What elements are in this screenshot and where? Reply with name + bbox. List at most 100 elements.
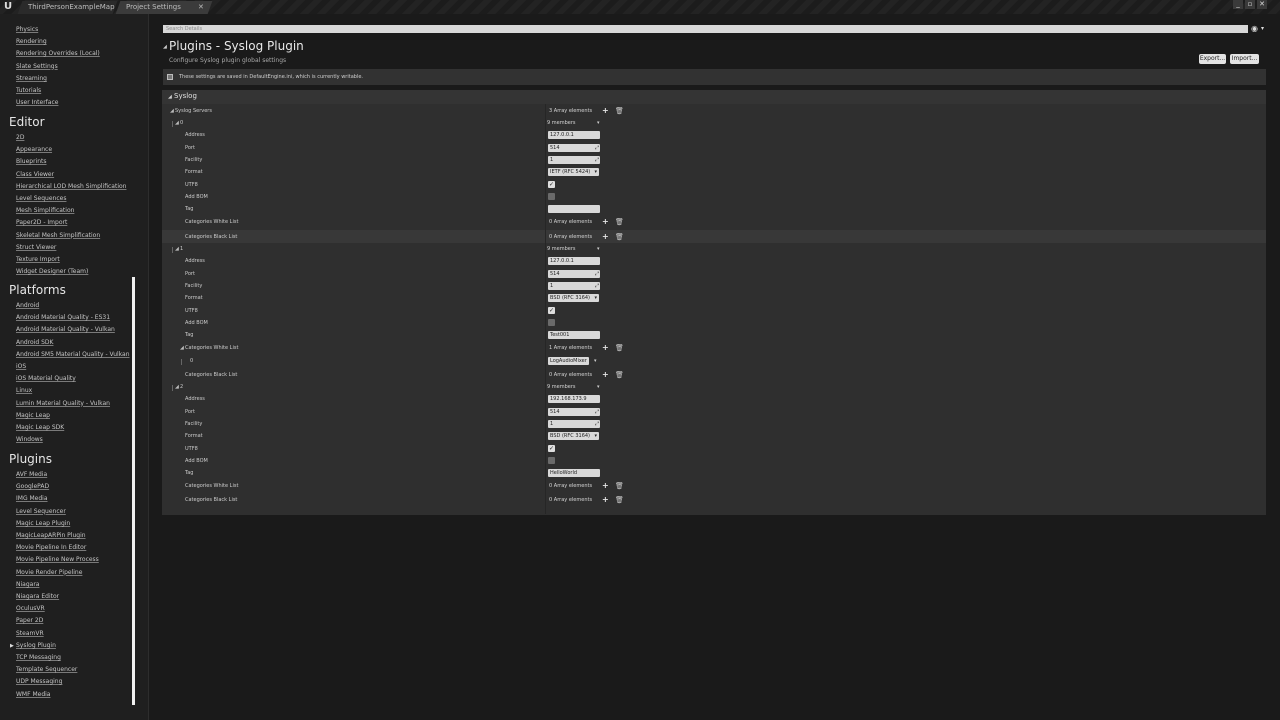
sidebar-item[interactable]: Movie Pipeline In Editor xyxy=(16,544,86,551)
close-tab-icon[interactable]: ✕ xyxy=(198,1,204,14)
maximize-button[interactable]: ▫ xyxy=(1245,0,1255,9)
sidebar-item[interactable]: Mesh Simplification xyxy=(16,207,74,214)
sidebar-item[interactable]: Android SM5 Material Quality - Vulkan xyxy=(16,351,130,358)
add-element-icon[interactable]: + xyxy=(602,107,609,115)
tab-project-settings[interactable]: Project Settings ✕ xyxy=(115,1,213,14)
category-input[interactable]: LogAudioMixer xyxy=(548,357,589,366)
sidebar-item[interactable]: Texture Import xyxy=(16,256,60,263)
sidebar-item[interactable]: Android xyxy=(16,302,39,309)
expand-arrow-icon[interactable]: ◢ xyxy=(175,246,179,252)
sidebar-item[interactable]: Level Sequences xyxy=(16,195,66,202)
sidebar-item[interactable]: Level Sequencer xyxy=(16,508,66,515)
sidebar-item[interactable]: Magic Leap SDK xyxy=(16,424,64,431)
collapse-arrow-icon[interactable]: ◢ xyxy=(168,94,172,100)
sidebar-item[interactable]: Tutorials xyxy=(16,87,41,94)
sidebar-item[interactable]: Blueprints xyxy=(16,158,47,165)
sidebar-item[interactable]: Movie Render Pipeline xyxy=(16,569,82,576)
format-dropdown[interactable]: IETF (RFC 5424) ▾ xyxy=(548,168,599,177)
port-input[interactable]: 514 ⤢ xyxy=(548,407,600,416)
drag-arrows-icon[interactable]: ⤢ xyxy=(595,144,599,152)
sidebar-item[interactable]: Hierarchical LOD Mesh Simplification xyxy=(16,183,126,190)
add-element-icon[interactable]: + xyxy=(602,344,609,352)
sidebar-item[interactable]: Android Material Quality - Vulkan xyxy=(16,326,115,333)
sidebar-item[interactable]: OculusVR xyxy=(16,605,45,612)
sidebar-item[interactable]: MagicLeapARPin Plugin xyxy=(16,532,86,539)
sidebar-item[interactable]: Niagara Editor xyxy=(16,593,59,600)
sidebar-item[interactable]: Magic Leap Plugin xyxy=(16,520,70,527)
sidebar-item[interactable]: Niagara xyxy=(16,581,39,588)
import-button[interactable]: Import... xyxy=(1230,54,1259,64)
sidebar-item[interactable]: Linux xyxy=(16,387,32,394)
column-splitter[interactable] xyxy=(545,104,546,514)
trash-icon[interactable]: 🗑 xyxy=(615,218,624,226)
chevron-down-icon[interactable]: ▾ xyxy=(597,120,600,126)
drag-arrows-icon[interactable]: ⤢ xyxy=(595,282,599,290)
add-element-icon[interactable]: + xyxy=(602,482,609,490)
utf8-checkbox[interactable]: ✓ xyxy=(548,180,555,188)
sidebar-item[interactable]: User Interface xyxy=(16,99,58,106)
sidebar-item[interactable]: UDP Messaging xyxy=(16,678,62,685)
address-input[interactable]: 127.0.0.1 xyxy=(548,257,600,266)
export-button[interactable]: Export... xyxy=(1199,54,1226,64)
add-element-icon[interactable]: + xyxy=(602,232,609,241)
utf8-checkbox[interactable]: ✓ xyxy=(548,444,555,452)
sidebar-item[interactable]: Skeletal Mesh Simplification xyxy=(16,232,100,239)
expand-arrow-icon[interactable]: ◢ xyxy=(170,108,174,114)
sidebar-item[interactable]: Paper2D - Import xyxy=(16,219,67,226)
sidebar-item[interactable]: Template Sequencer xyxy=(16,666,77,673)
sidebar-item[interactable]: TCP Messaging xyxy=(16,654,61,661)
sidebar-item[interactable]: AVF Media xyxy=(16,471,47,478)
utf8-checkbox[interactable]: ✓ xyxy=(548,306,555,314)
sidebar-item[interactable]: Appearance xyxy=(16,146,52,153)
tag-input[interactable]: HelloWorld xyxy=(548,469,600,478)
add-element-icon[interactable]: + xyxy=(602,370,609,379)
sidebar-item[interactable]: iOS xyxy=(16,363,26,370)
port-input[interactable]: 514 ⤢ xyxy=(548,143,600,152)
sidebar-item[interactable]: Slate Settings xyxy=(16,63,58,70)
facility-input[interactable]: 1 ⤢ xyxy=(548,419,600,428)
expand-arrow-icon[interactable]: ◢ xyxy=(175,120,179,126)
chevron-down-icon[interactable]: ▾ xyxy=(1261,25,1264,32)
sidebar-scrollbar[interactable] xyxy=(132,277,135,705)
drag-arrows-icon[interactable]: ⤢ xyxy=(595,156,599,164)
expand-arrow-icon[interactable]: ◢ xyxy=(180,345,184,351)
add-bom-checkbox[interactable] xyxy=(548,456,555,464)
add-bom-checkbox[interactable] xyxy=(548,192,555,200)
tab-map[interactable]: ThirdPersonExampleMap xyxy=(17,1,118,14)
eye-icon[interactable]: ◉ xyxy=(1251,24,1258,33)
sidebar-item[interactable]: Windows xyxy=(16,436,43,443)
format-dropdown[interactable]: BSD (RFC 3164) ▾ xyxy=(548,432,599,441)
facility-input[interactable]: 1 ⤢ xyxy=(548,281,600,290)
minimize-button[interactable]: _ xyxy=(1233,0,1243,9)
sidebar-item[interactable]: Widget Designer (Team) xyxy=(16,268,88,275)
sidebar-item[interactable]: Class Viewer xyxy=(16,171,54,178)
sidebar-item[interactable]: Movie Pipeline New Process xyxy=(16,556,99,563)
sidebar-item[interactable]: Magic Leap xyxy=(16,412,50,419)
port-input[interactable]: 514 ⤢ xyxy=(548,269,600,278)
expand-arrow-icon[interactable]: ◢ xyxy=(175,384,179,390)
sidebar-item[interactable]: Physics xyxy=(16,26,38,33)
facility-input[interactable]: 1 ⤢ xyxy=(548,155,600,164)
format-dropdown[interactable]: BSD (RFC 3164) ▾ xyxy=(548,294,599,303)
trash-icon[interactable]: 🗑 xyxy=(615,482,624,490)
sidebar-item[interactable]: Lumin Material Quality - Vulkan xyxy=(16,400,110,407)
sidebar-item[interactable]: SteamVR xyxy=(16,630,44,637)
chevron-down-icon[interactable]: ▾ xyxy=(594,358,597,364)
add-element-icon[interactable]: + xyxy=(602,495,609,504)
trash-icon[interactable]: 🗑 xyxy=(615,496,624,504)
sidebar-item[interactable]: WMF Media xyxy=(16,691,51,698)
sidebar-item[interactable]: Android Material Quality - ES31 xyxy=(16,314,110,321)
section-header-syslog[interactable] xyxy=(162,90,1266,104)
address-input[interactable]: 127.0.0.1 xyxy=(548,131,600,140)
collapse-arrow-icon[interactable]: ◢ xyxy=(163,44,167,50)
close-window-button[interactable]: ✕ xyxy=(1257,0,1267,9)
sidebar-item[interactable]: Syslog Plugin xyxy=(16,642,56,649)
trash-icon[interactable]: 🗑 xyxy=(615,233,624,241)
sidebar-item[interactable]: Struct Viewer xyxy=(16,244,56,251)
tag-input[interactable]: Test001 xyxy=(548,331,600,340)
drag-arrows-icon[interactable]: ⤢ xyxy=(595,270,599,278)
sidebar-item[interactable]: Rendering Overrides (Local) xyxy=(16,50,100,57)
search-input[interactable]: Search Details xyxy=(163,25,1248,33)
chevron-down-icon[interactable]: ▾ xyxy=(597,384,600,390)
chevron-down-icon[interactable]: ▾ xyxy=(597,246,600,252)
